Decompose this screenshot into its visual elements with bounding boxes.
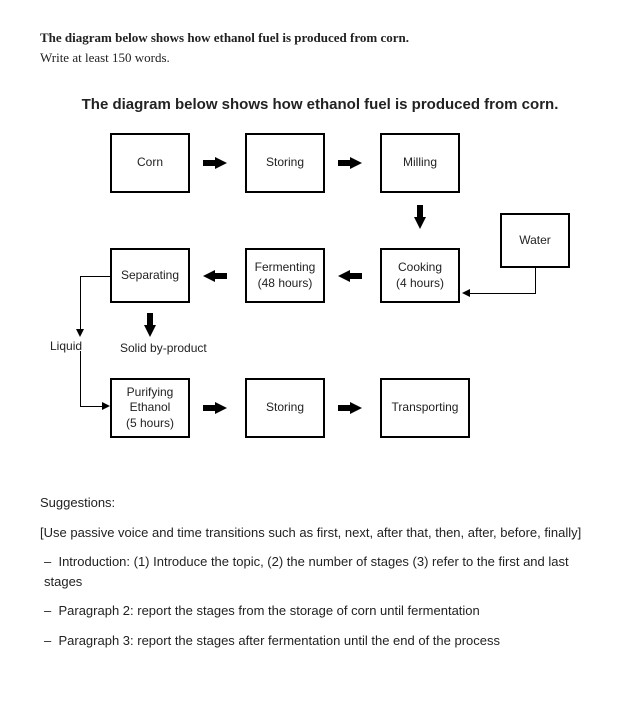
suggestions-block: Suggestions: [Use passive voice and time… [40, 493, 600, 650]
connector-line [80, 351, 81, 406]
suggestion-text: Introduction: (1) Introduce the topic, (… [44, 554, 569, 589]
suggestions-heading: Suggestions: [40, 493, 600, 513]
arrow-down-icon [414, 217, 426, 229]
suggestion-text: Paragraph 3: report the stages after fer… [58, 633, 500, 648]
arrow-right-icon [215, 402, 227, 414]
arrow-down-icon [144, 325, 156, 337]
task-title: The diagram below shows how ethanol fuel… [40, 30, 600, 46]
suggestion-item: – Paragraph 2: report the stages from th… [44, 601, 600, 621]
diagram-title: The diagram below shows how ethanol fuel… [40, 96, 600, 113]
box-transporting: Transporting [380, 378, 470, 438]
arrow-left-icon [203, 270, 215, 282]
suggestion-item: – Introduction: (1) Introduce the topic,… [44, 552, 600, 591]
arrow-right-icon [350, 402, 362, 414]
label-solid: Solid by-product [120, 341, 207, 355]
connector-line [470, 293, 536, 294]
box-storing-1: Storing [245, 133, 325, 193]
arrow-right-icon [215, 157, 227, 169]
suggestions-note: [Use passive voice and time transitions … [40, 523, 600, 543]
connector-line [535, 268, 536, 293]
box-milling: Milling [380, 133, 460, 193]
box-corn: Corn [110, 133, 190, 193]
box-separating: Separating [110, 248, 190, 303]
arrow-down-icon [76, 329, 84, 337]
suggestion-item: – Paragraph 3: report the stages after f… [44, 631, 600, 651]
arrow-left-icon [462, 289, 470, 297]
arrow-right-icon [102, 402, 110, 410]
process-diagram: Corn Storing Milling Water Cooking (4 ho… [40, 133, 600, 463]
box-purifying: Purifying Ethanol (5 hours) [110, 378, 190, 438]
task-subtitle: Write at least 150 words. [40, 50, 600, 66]
connector-line [80, 276, 81, 331]
box-water: Water [500, 213, 570, 268]
arrow-right-icon [350, 157, 362, 169]
label-liquid: Liquid [50, 339, 82, 353]
connector-line [80, 406, 102, 407]
connector-line [80, 276, 110, 277]
suggestion-text: Paragraph 2: report the stages from the … [58, 603, 479, 618]
arrow-left-icon [338, 270, 350, 282]
box-cooking: Cooking (4 hours) [380, 248, 460, 303]
box-fermenting: Fermenting (48 hours) [245, 248, 325, 303]
box-storing-2: Storing [245, 378, 325, 438]
